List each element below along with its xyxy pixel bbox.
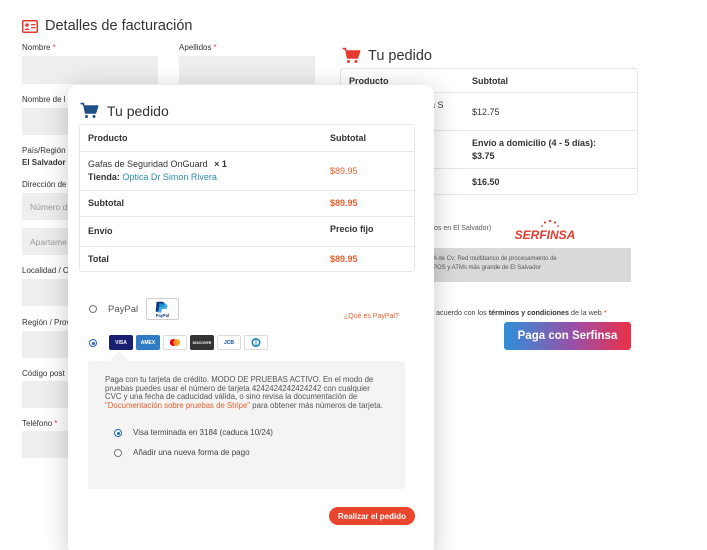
label-region: Región / Prov — [22, 318, 71, 327]
item-price: $89.95 — [330, 166, 358, 176]
saved-card-radio[interactable] — [114, 429, 122, 437]
checkout-card: Tu pedido Producto Subtotal Gafas de Seg… — [68, 85, 434, 550]
terms-link[interactable]: términos y condiciones — [489, 308, 569, 317]
subtotal-value: $89.95 — [330, 198, 358, 208]
paypal-logo-text: PayPal — [156, 313, 169, 318]
label-telefono: Teléfono * — [22, 419, 58, 428]
order-table: Producto Subtotal Gafas de Seguridad OnG… — [79, 124, 415, 272]
bg-header-subtotal: Subtotal — [472, 76, 508, 86]
background-order-title: Tu pedido — [342, 47, 432, 64]
telefono-field[interactable] — [22, 431, 72, 458]
bg-shipping-label: Envío a domicilio (4 - 5 días): — [472, 138, 597, 148]
serfinsa-info-line1: A de Cv; Red multibanco de procesamiento… — [433, 256, 557, 262]
store-label: Tienda: — [88, 172, 120, 182]
apartamento-placeholder: Apartame — [30, 237, 67, 247]
amex-icon: AMEX — [136, 335, 160, 350]
jcb-icon: JCB — [217, 335, 241, 350]
apellidos-field[interactable] — [179, 56, 315, 84]
cart-icon — [342, 47, 361, 63]
nombre-field[interactable] — [22, 56, 158, 84]
serfinsa-info-line2: POS y ATMs más grande de El Salvador — [433, 265, 541, 271]
empresa-field[interactable] — [22, 108, 72, 135]
paypal-logo: PayPal — [146, 298, 179, 320]
background-order-title-text: Tu pedido — [368, 47, 432, 64]
card-brands: VISA AMEX DISCOVER JCB — [109, 335, 268, 350]
label-localidad: Localidad / C — [22, 266, 69, 275]
localidad-field[interactable] — [22, 279, 72, 306]
item-name[interactable]: Gafas de Seguridad OnGuard — [88, 159, 208, 169]
billing-title: Detalles de facturación — [22, 18, 193, 34]
header-subtotal: Subtotal — [330, 133, 366, 143]
saved-card-label[interactable]: Visa terminada en 3184 (caduca 10/24) — [133, 428, 273, 437]
paypal-what-link[interactable]: ¿Qué es PayPal? — [344, 313, 399, 320]
shipping-label: Envío — [88, 226, 113, 236]
serfinsa-logo-text: SERFINSA — [515, 228, 576, 242]
shipping-value: Precio fijo — [330, 224, 374, 234]
bg-row-price: $12.75 — [472, 107, 500, 117]
codigo-postal-field[interactable] — [22, 381, 72, 408]
table-divider — [80, 190, 414, 191]
table-divider — [80, 216, 414, 217]
label-nombre: Nombre * — [22, 43, 56, 52]
direccion-placeholder: Número de — [30, 202, 73, 212]
paypal-label[interactable]: PayPal — [108, 304, 138, 315]
cart-icon — [80, 102, 99, 118]
item-name-line: Gafas de Seguridad OnGuard × 1 — [88, 159, 227, 169]
serfinsa-note: os en El Salvador) — [434, 225, 492, 232]
stripe-description: Paga con tu tarjeta de crédito. MODO DE … — [105, 375, 383, 411]
checkout-title-text: Tu pedido — [107, 102, 169, 119]
pay-with-serfinsa-button[interactable]: Paga con Serfinsa — [504, 322, 631, 350]
label-apellidos: Apellidos * — [179, 43, 217, 52]
new-card-label[interactable]: Añadir una nueva forma de pago — [133, 448, 250, 457]
label-codigo-postal: Código post — [22, 369, 65, 378]
terms-text: acuerdo con los términos y condiciones d… — [436, 308, 607, 317]
bg-total-price: $16.50 — [472, 177, 500, 187]
pais-value[interactable]: El Salvador — [22, 158, 66, 167]
bg-shipping-price: $3.75 — [472, 151, 495, 161]
total-label: Total — [88, 254, 109, 264]
item-qty: × 1 — [214, 159, 227, 169]
serfinsa-logo: SERFINSA — [515, 219, 576, 242]
id-card-icon — [22, 19, 38, 33]
total-value: $89.95 — [330, 254, 358, 264]
visa-icon: VISA — [109, 335, 133, 350]
stripe-payment-box: Paga con tu tarjeta de crédito. MODO DE … — [88, 361, 405, 489]
stripe-box-notch — [109, 351, 129, 361]
store-link[interactable]: Optica Dr Simon Rivera — [122, 172, 217, 182]
table-divider — [80, 151, 414, 152]
subtotal-label: Subtotal — [88, 198, 124, 208]
label-pais: País/Región — [22, 146, 66, 155]
serfinsa-info-box: A de Cv; Red multibanco de procesamiento… — [424, 248, 631, 282]
header-product: Producto — [88, 133, 128, 143]
checkout-title: Tu pedido — [80, 102, 169, 119]
discover-icon: DISCOVER — [190, 335, 214, 350]
card-radio[interactable] — [89, 339, 97, 347]
stripe-docs-link[interactable]: "Documentación sobre pruebas de Stripe" — [105, 401, 250, 410]
diners-icon — [244, 335, 268, 350]
mastercard-icon — [163, 335, 187, 350]
table-divider — [80, 246, 414, 247]
place-order-button[interactable]: Realizar el pedido — [329, 507, 415, 525]
billing-title-text: Detalles de facturación — [45, 18, 193, 34]
new-card-radio[interactable] — [114, 449, 122, 457]
label-direccion: Dirección de — [22, 180, 67, 189]
region-field[interactable] — [22, 331, 72, 358]
paypal-radio[interactable] — [89, 305, 97, 313]
item-store-line: Tienda: Optica Dr Simon Rivera — [88, 172, 217, 182]
label-empresa: Nombre de l — [22, 95, 66, 104]
